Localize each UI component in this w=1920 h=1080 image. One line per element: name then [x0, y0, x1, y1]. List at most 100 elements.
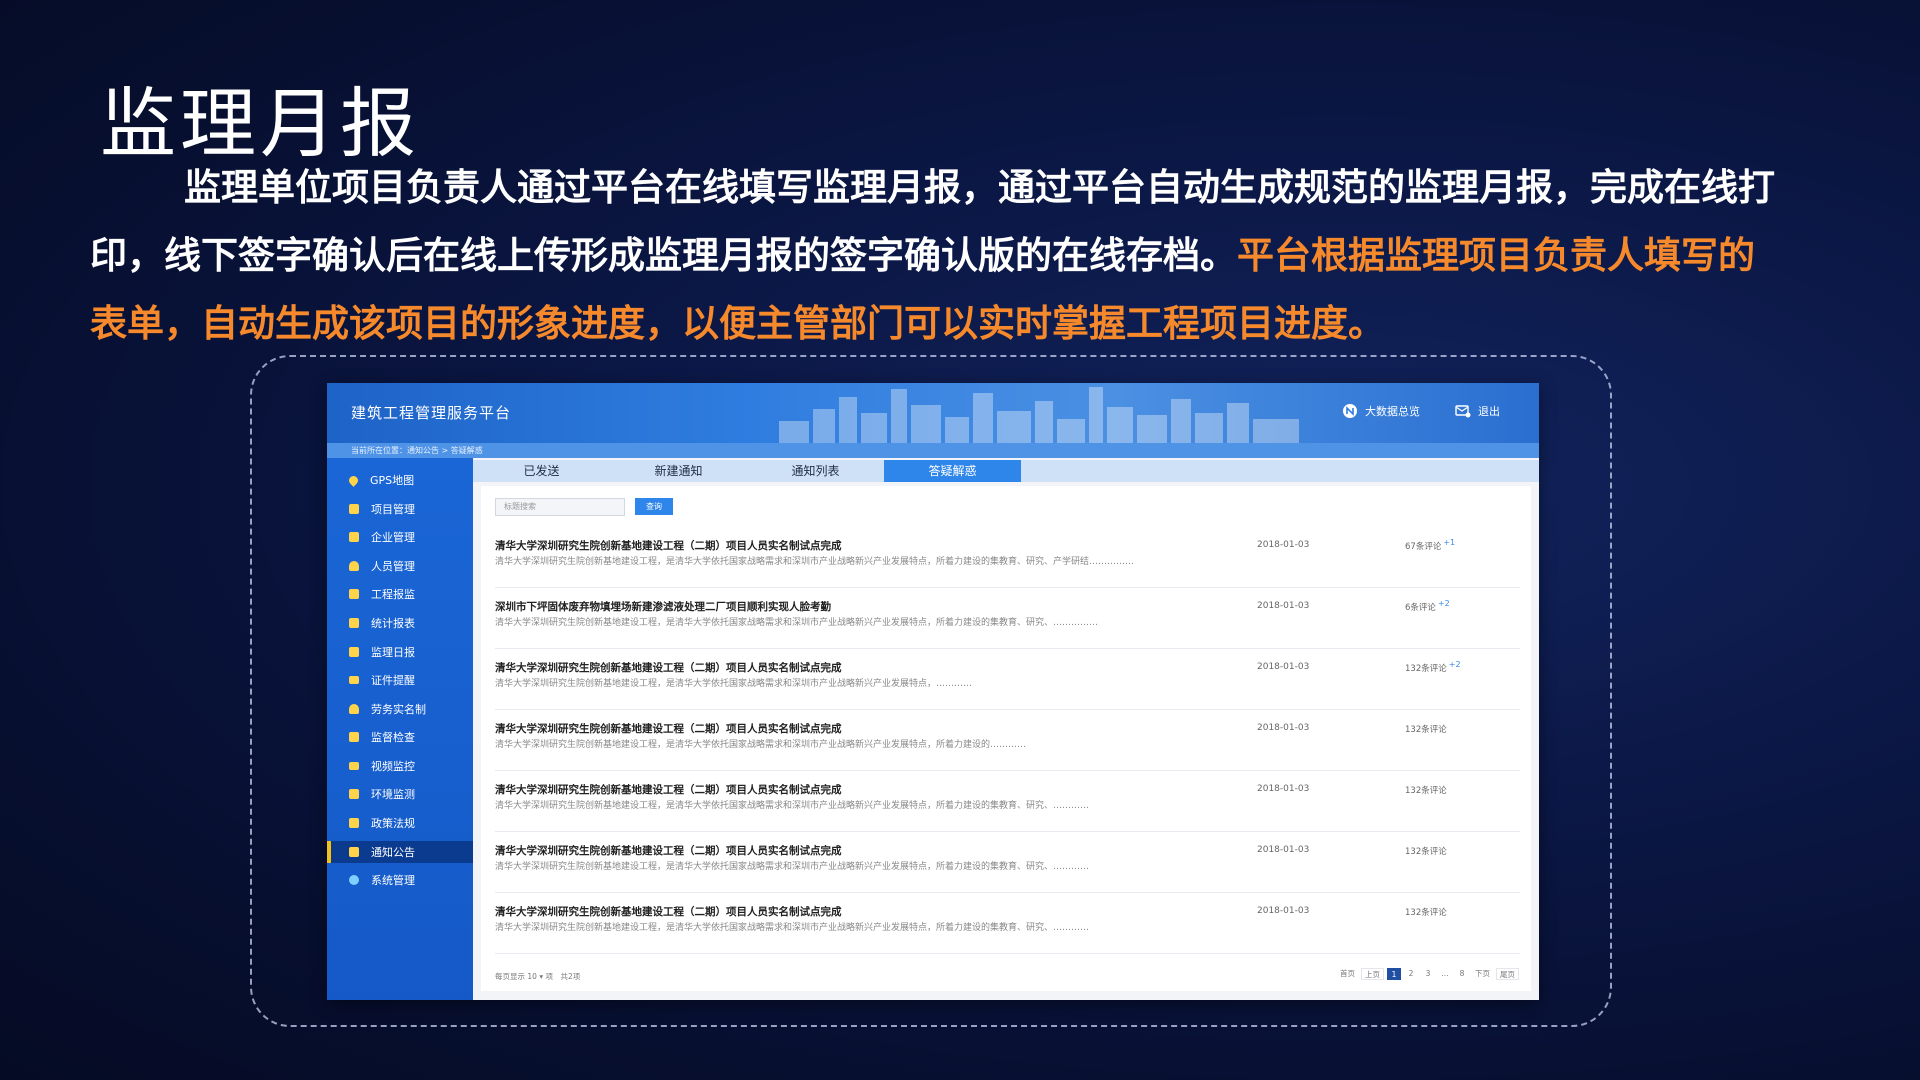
sidebar-item-projects[interactable]: 项目管理: [327, 498, 473, 520]
list-item[interactable]: 清华大学深圳研究生院创新基地建设工程（二期）项目人员实名制试点完成 清华大学深圳…: [495, 528, 1520, 588]
item-title[interactable]: 清华大学深圳研究生院创新基地建设工程（二期）项目人员实名制试点完成: [495, 904, 842, 919]
sidebar-item-notices[interactable]: 通知公告: [327, 841, 473, 863]
page-number[interactable]: 8: [1455, 968, 1469, 980]
bigdata-label: 大数据总览: [1365, 405, 1420, 418]
item-comments[interactable]: 132条评论: [1405, 723, 1447, 735]
sidebar-item-video[interactable]: 视频监控: [327, 755, 473, 777]
sidebar-item-policy[interactable]: 政策法规: [327, 812, 473, 834]
sidebar-item-label: GPS地图: [370, 474, 415, 487]
comment-count: 6条评论: [1405, 603, 1436, 613]
item-comments[interactable]: 6条评论 +2: [1405, 599, 1450, 613]
page-first[interactable]: 首页: [1337, 968, 1358, 980]
item-date: 2018-01-03: [1257, 845, 1310, 855]
item-comments[interactable]: 67条评论 +1: [1405, 538, 1456, 552]
list-item[interactable]: 清华大学深圳研究生院创新基地建设工程（二期）项目人员实名制试点完成 清华大学深圳…: [495, 772, 1520, 832]
list-item[interactable]: 清华大学深圳研究生院创新基地建设工程（二期）项目人员实名制试点完成 清华大学深圳…: [495, 650, 1520, 710]
sidebar: GPS地图 项目管理 企业管理 人员管理 工程报监 统计报表 监理日报 证件提醒…: [327, 458, 473, 1000]
sidebar-item-environment[interactable]: 环境监测: [327, 783, 473, 805]
item-comments[interactable]: 132条评论: [1405, 906, 1447, 918]
item-date: 2018-01-03: [1257, 601, 1310, 611]
page-number[interactable]: 1: [1387, 968, 1401, 980]
sidebar-item-label: 通知公告: [371, 846, 415, 859]
comment-badge: +1: [1443, 538, 1456, 547]
item-title[interactable]: 清华大学深圳研究生院创新基地建设工程（二期）项目人员实名制试点完成: [495, 782, 842, 797]
bigdata-link[interactable]: 大数据总览: [1342, 403, 1420, 419]
person-icon: [349, 561, 359, 571]
item-title[interactable]: 清华大学深圳研究生院创新基地建设工程（二期）项目人员实名制试点完成: [495, 538, 842, 553]
bigdata-icon: [1343, 404, 1357, 418]
sidebar-item-personnel[interactable]: 人员管理: [327, 555, 473, 577]
speaker-icon: [349, 847, 359, 857]
app-name: 建筑工程管理服务平台: [351, 404, 512, 422]
chevron-down-icon[interactable]: ▾: [539, 972, 543, 981]
item-comments[interactable]: 132条评论: [1405, 784, 1447, 796]
comment-count: 132条评论: [1405, 786, 1447, 796]
page-prev[interactable]: 上页: [1361, 968, 1384, 980]
logout-link[interactable]: 退出: [1455, 403, 1500, 419]
logout-label: 退出: [1478, 405, 1500, 418]
sidebar-item-gps[interactable]: GPS地图: [327, 469, 473, 491]
page-last[interactable]: 尾页: [1496, 968, 1519, 980]
sidebar-item-labor[interactable]: 劳务实名制: [327, 698, 473, 720]
leaf-icon: [349, 789, 359, 799]
app-window: 建筑工程管理服务平台 大数据总览 退出 当前所在位置：通知公告 > 答疑解惑 G…: [327, 383, 1539, 1000]
tab-new-notice[interactable]: 新建通知: [610, 460, 747, 482]
comment-count: 132条评论: [1405, 908, 1447, 918]
list-item[interactable]: 深圳市下坪固体废弃物填埋场新建渗滤液处理二厂项目顺利实现人脸考勤 清华大学深圳研…: [495, 589, 1520, 649]
item-date: 2018-01-03: [1257, 662, 1310, 672]
per-page-select[interactable]: 10: [527, 972, 537, 981]
item-description: 清华大学深圳研究生院创新基地建设工程，是清华大学依托国家战略需求和深圳市产业战略…: [495, 923, 1090, 933]
page-next[interactable]: 下页: [1472, 968, 1493, 980]
sidebar-item-inspection[interactable]: 监督检查: [327, 726, 473, 748]
tab-bar: 已发送 新建通知 通知列表 答疑解惑: [473, 460, 1539, 482]
tab-sent[interactable]: 已发送: [473, 460, 610, 482]
sidebar-item-label: 证件提醒: [371, 674, 415, 687]
item-title[interactable]: 清华大学深圳研究生院创新基地建设工程（二期）项目人员实名制试点完成: [495, 721, 842, 736]
pagination: 首页 上页 1 2 3 ... 8 下页 尾页: [1337, 968, 1519, 980]
sidebar-item-label: 劳务实名制: [371, 703, 426, 716]
item-comments[interactable]: 132条评论: [1405, 845, 1447, 857]
search-input[interactable]: 标题搜索: [495, 498, 625, 516]
item-comments[interactable]: 132条评论 +2: [1405, 660, 1461, 674]
item-description: 清华大学深圳研究生院创新基地建设工程，是清华大学依托国家战略需求和深圳市产业战略…: [495, 618, 1099, 628]
item-date: 2018-01-03: [1257, 906, 1310, 916]
list-item[interactable]: 清华大学深圳研究生院创新基地建设工程（二期）项目人员实名制试点完成 清华大学深圳…: [495, 711, 1520, 771]
item-title[interactable]: 清华大学深圳研究生院创新基地建设工程（二期）项目人员实名制试点完成: [495, 660, 842, 675]
intro-paragraph: 监理单位项目负责人通过平台在线填写监理月报，通过平台自动生成规范的监理月报，完成…: [90, 154, 1790, 358]
camera-icon: [349, 762, 359, 770]
building-icon: [349, 532, 359, 542]
app-header: 建筑工程管理服务平台 大数据总览 退出: [327, 383, 1539, 443]
chart-icon: [349, 618, 359, 628]
list-item[interactable]: 清华大学深圳研究生院创新基地建设工程（二期）项目人员实名制试点完成 清华大学深圳…: [495, 894, 1520, 954]
item-description: 清华大学深圳研究生院创新基地建设工程，是清华大学依托国家战略需求和深圳市产业战略…: [495, 557, 1135, 567]
sidebar-item-certificates[interactable]: 证件提醒: [327, 669, 473, 691]
folder-icon: [349, 504, 359, 514]
sidebar-item-system[interactable]: 系统管理: [327, 869, 473, 891]
sidebar-item-label: 监督检查: [371, 731, 415, 744]
item-title[interactable]: 深圳市下坪固体废弃物填埋场新建渗滤液处理二厂项目顺利实现人脸考勤: [495, 599, 831, 614]
tab-qa[interactable]: 答疑解惑: [884, 460, 1021, 482]
logout-icon: [1455, 405, 1471, 418]
comment-badge: +2: [1437, 599, 1450, 608]
edit-icon: [349, 589, 359, 599]
sidebar-item-reporting[interactable]: 工程报监: [327, 583, 473, 605]
sidebar-item-statistics[interactable]: 统计报表: [327, 612, 473, 634]
search-button[interactable]: 查询: [635, 498, 673, 515]
item-title[interactable]: 清华大学深圳研究生院创新基地建设工程（二期）项目人员实名制试点完成: [495, 843, 842, 858]
item-description: 清华大学深圳研究生院创新基地建设工程，是清华大学依托国家战略需求和深圳市产业战略…: [495, 801, 1090, 811]
sidebar-item-daily-report[interactable]: 监理日报: [327, 641, 473, 663]
item-date: 2018-01-03: [1257, 784, 1310, 794]
page-number[interactable]: 3: [1421, 968, 1435, 980]
item-description: 清华大学深圳研究生院创新基地建设工程，是清华大学依托国家战略需求和深圳市产业战略…: [495, 679, 973, 689]
tab-notice-list[interactable]: 通知列表: [747, 460, 884, 482]
comment-count: 132条评论: [1405, 725, 1447, 735]
item-date: 2018-01-03: [1257, 540, 1310, 550]
comment-badge: +2: [1448, 660, 1461, 669]
page-number[interactable]: 2: [1404, 968, 1418, 980]
list-item[interactable]: 清华大学深圳研究生院创新基地建设工程（二期）项目人员实名制试点完成 清华大学深圳…: [495, 833, 1520, 893]
book-icon: [349, 818, 359, 828]
sidebar-item-companies[interactable]: 企业管理: [327, 526, 473, 548]
document-icon: [349, 647, 359, 657]
map-pin-icon: [347, 473, 360, 487]
sidebar-item-label: 系统管理: [371, 874, 415, 887]
